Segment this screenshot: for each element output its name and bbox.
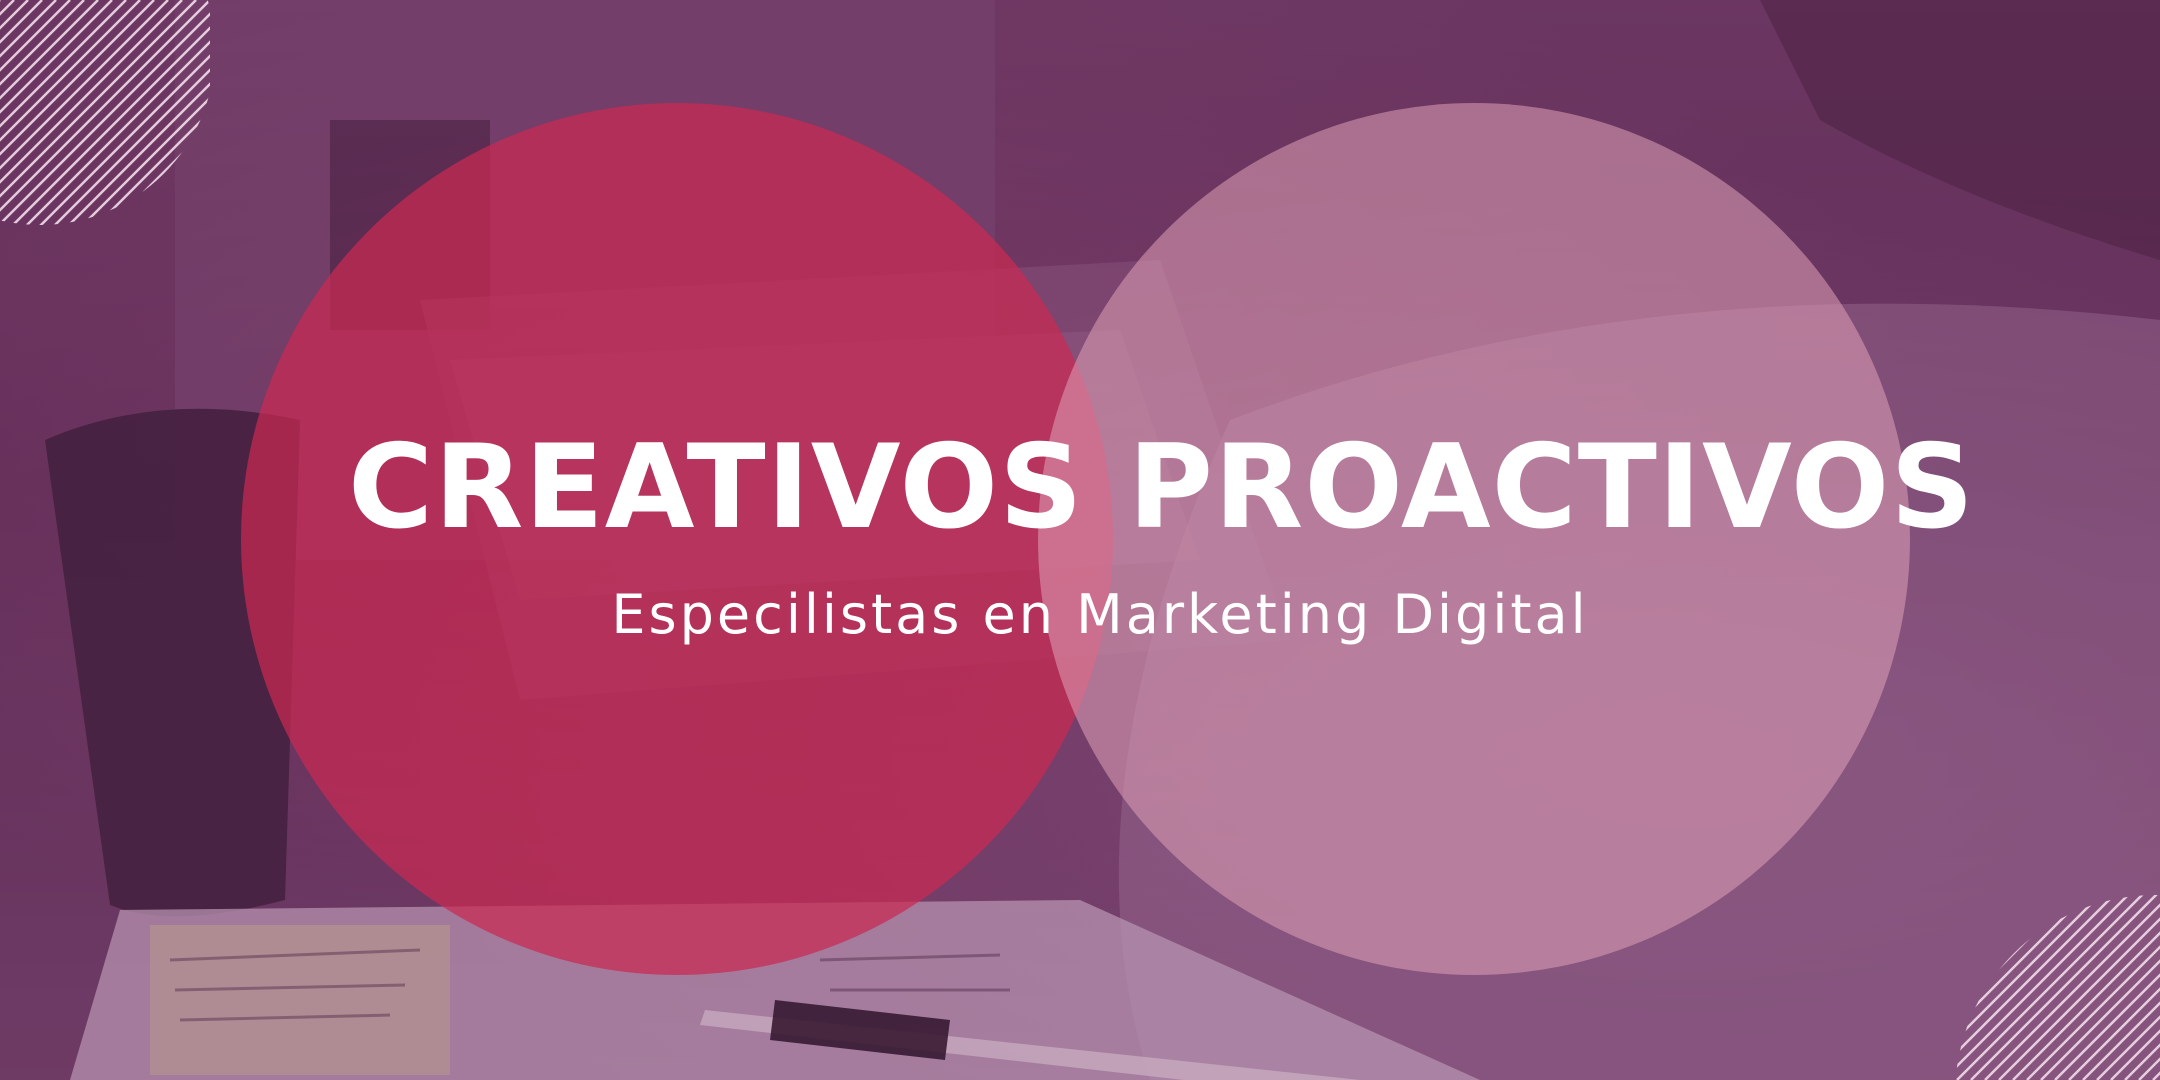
headline-proactivos: PROACTIVOS bbox=[1128, 420, 1975, 555]
tagline: Especilistas en Marketing Digital bbox=[611, 583, 1589, 646]
stripes-pattern-bottom-right bbox=[1955, 895, 2160, 1080]
hero-banner: CREATIVOS PROACTIVOS Especilistas en Mar… bbox=[0, 0, 2160, 1080]
headline-creativos: CREATIVOS bbox=[348, 420, 1084, 555]
stripes-pattern-top-left bbox=[0, 0, 210, 225]
